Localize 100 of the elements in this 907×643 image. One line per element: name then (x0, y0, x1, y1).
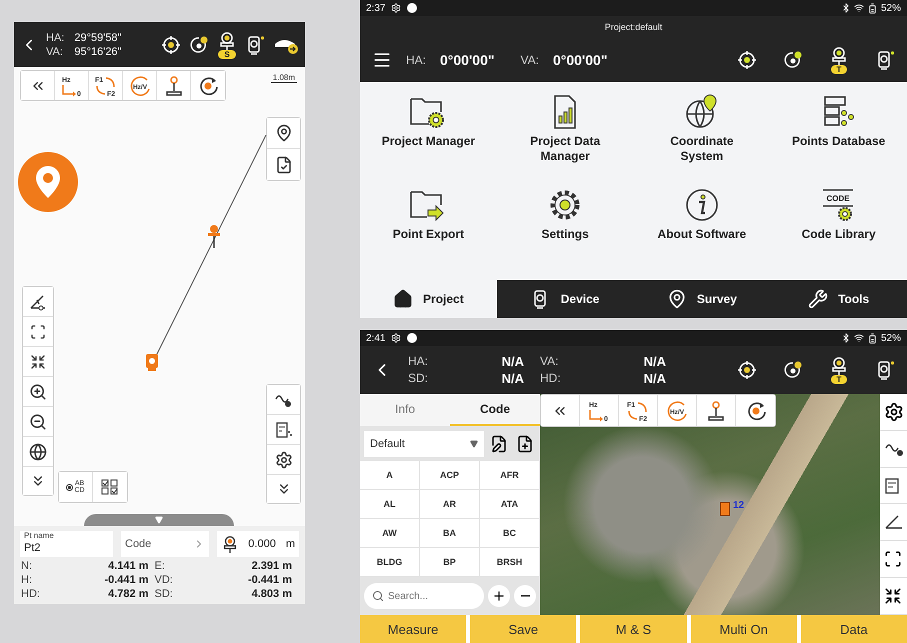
bluetooth-icon (840, 333, 851, 343)
prism-button[interactable]: T (829, 46, 849, 74)
map-pin-icon (666, 289, 687, 309)
angle-label: HA: (46, 32, 64, 44)
collapse-handle[interactable] (84, 514, 234, 526)
coordinate-value: -0.441 m (103, 574, 150, 586)
target-button[interactable] (737, 50, 757, 70)
coordinate-value: 2.391 m (250, 560, 293, 572)
code-list-dropdown[interactable]: Default (364, 430, 484, 457)
rotate-icon (197, 74, 219, 96)
zoom-in-icon (29, 382, 47, 400)
circle-dot-button[interactable] (783, 360, 803, 380)
nav-tab[interactable]: Project (360, 280, 497, 318)
battery-icon (866, 2, 878, 14)
code-item[interactable]: ACP (420, 461, 480, 490)
angle-icon (29, 292, 47, 310)
circle-dot-icon (783, 360, 803, 380)
circle-dot-button[interactable] (783, 50, 803, 70)
coordinate-value: 4.141 m (107, 560, 150, 572)
menu-tile[interactable]: Coordinate System (634, 88, 770, 181)
search-field[interactable]: Search... (364, 583, 484, 610)
code-item[interactable]: ATA (480, 490, 540, 520)
zoom-plus-button[interactable] (488, 585, 510, 608)
menu-tile[interactable]: Project Data Manager (496, 88, 634, 181)
angle-tool-button[interactable] (23, 287, 53, 317)
point-marker (720, 502, 730, 516)
menu-tile[interactable]: Settings (496, 181, 634, 274)
code-item[interactable]: BP (420, 548, 480, 578)
angle-value: 29°59'58" (74, 32, 122, 44)
circle-dot-icon (783, 50, 803, 70)
settings-icon (274, 450, 292, 468)
wifi-icon (854, 333, 864, 343)
action-button[interactable]: Multi On (690, 615, 797, 643)
wrench-icon (808, 289, 828, 309)
settings-icon (391, 333, 402, 343)
prism-button[interactable]: S (217, 30, 237, 58)
location-button[interactable] (267, 118, 300, 149)
coordinate-value: -0.441 m (246, 574, 293, 586)
code-item[interactable]: AW (360, 519, 420, 548)
target-button[interactable] (161, 34, 181, 54)
menu-tile[interactable]: Points Database (770, 88, 907, 181)
clock-time: 2:37 (366, 2, 386, 14)
action-button[interactable]: Save (470, 615, 576, 643)
action-button[interactable]: M & S (580, 615, 687, 643)
bluetooth-icon (840, 3, 851, 13)
station-marker-icon (145, 353, 159, 371)
plus-icon (492, 589, 506, 604)
menu-tile[interactable]: About Software (634, 181, 770, 274)
prism-badge: T (830, 375, 848, 384)
code-field[interactable]: Code (121, 531, 209, 557)
battery-percent: 52% (880, 332, 901, 344)
action-button[interactable]: Data (800, 615, 907, 643)
coordinate-label: H: (21, 574, 33, 586)
circle-dot-button[interactable] (189, 34, 209, 54)
code-item[interactable]: AL (360, 490, 420, 520)
angle-value: N/A (642, 354, 666, 369)
coordinate-label: VD: (154, 574, 174, 586)
dropdown-triangle-icon (470, 440, 478, 448)
checkbox-grid-icon (101, 479, 119, 495)
code-item[interactable]: BA (420, 519, 480, 548)
home-icon (393, 289, 414, 309)
angle-label: HA: (406, 53, 426, 67)
project-title: Project:default (604, 22, 662, 32)
scale-bar: 1.08m (270, 73, 297, 83)
point-label: 12 (733, 500, 744, 511)
add-file-icon (516, 434, 534, 453)
shrink-icon (884, 587, 902, 606)
menu-tile[interactable]: Point Export (360, 181, 497, 274)
radio-dot-icon (66, 484, 74, 490)
shrink-icon (30, 354, 46, 370)
prism-badge: S (218, 50, 236, 58)
code-item[interactable]: AR (420, 490, 480, 520)
minus-icon (520, 595, 530, 598)
angle-label: VA: (540, 354, 560, 369)
angle-label: SD: (408, 371, 430, 386)
triangle-down-icon (155, 516, 163, 524)
code-item[interactable]: A (360, 461, 420, 490)
point-name-field[interactable]: Pt name Pt2 (20, 531, 113, 557)
battery-percent: 52% (880, 2, 901, 14)
code-item[interactable]: BRSH (480, 548, 540, 578)
angle-value: N/A (500, 371, 524, 386)
zoom-minus-button[interactable] (514, 585, 536, 608)
target-button[interactable] (737, 360, 757, 380)
survey-point-icon (206, 224, 222, 248)
menu-tile[interactable]: CODE Code Library (770, 181, 907, 274)
collapse-button[interactable] (541, 395, 580, 426)
map-pin-icon (274, 124, 292, 142)
prism-button[interactable]: T (829, 356, 849, 384)
target-height-field[interactable]: 0.000 m (217, 531, 299, 557)
menu-tile[interactable]: Project Manager (360, 88, 497, 181)
target-icon (161, 34, 181, 54)
panel-tab[interactable]: Info (360, 394, 450, 426)
code-item[interactable]: BLDG (360, 548, 420, 578)
code-item[interactable]: BC (480, 519, 540, 548)
pole-prism-icon (221, 535, 239, 553)
code-item[interactable]: AFR (480, 461, 540, 490)
action-button[interactable]: Measure (360, 615, 466, 643)
curve-settings-button[interactable] (267, 385, 300, 415)
clock-time: 2:41 (366, 332, 386, 344)
collapse-button[interactable] (21, 71, 55, 100)
